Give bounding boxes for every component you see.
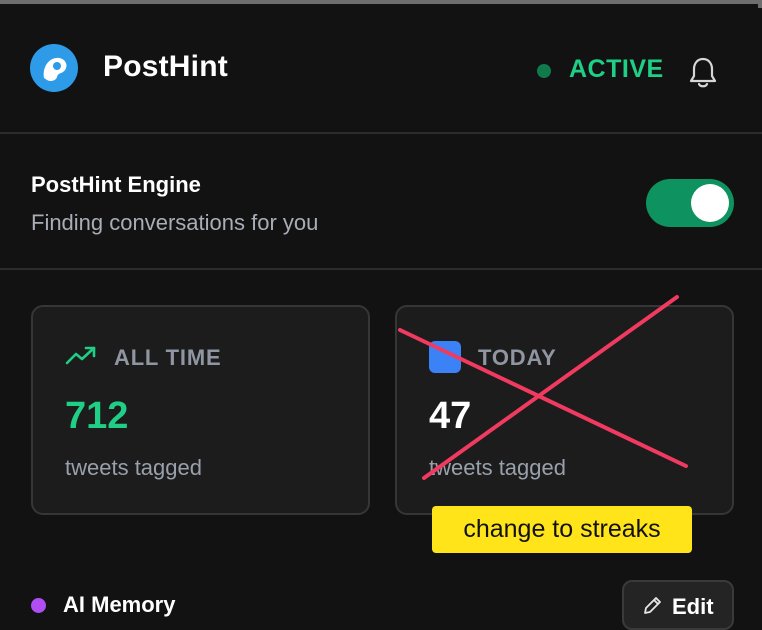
annotation-note: change to streaks xyxy=(432,506,692,553)
all-time-caption: tweets tagged xyxy=(65,455,202,480)
edit-memory-button[interactable]: Edit xyxy=(622,580,734,630)
toggle-knob xyxy=(691,184,729,222)
app-header: PostHint ACTIVE xyxy=(0,4,762,134)
today-value: 47 xyxy=(429,395,472,437)
posthint-logo-icon xyxy=(30,44,78,92)
app-title: PostHint xyxy=(103,50,228,83)
all-time-value: 712 xyxy=(65,395,129,437)
trending-up-icon xyxy=(65,343,97,369)
engine-title: PostHint Engine xyxy=(31,172,201,197)
calendar-icon xyxy=(429,341,461,373)
status-indicator-dot xyxy=(537,64,551,78)
engine-subtitle: Finding conversations for you xyxy=(31,210,319,235)
today-stat-card: TODAY 47 tweets tagged xyxy=(395,305,734,515)
all-time-label: ALL TIME xyxy=(114,345,222,370)
edit-button-label: Edit xyxy=(672,594,714,619)
all-time-stat-card: ALL TIME 712 tweets tagged xyxy=(31,305,370,515)
today-caption: tweets tagged xyxy=(429,455,566,480)
engine-panel: PostHint Engine Finding conversations fo… xyxy=(0,134,762,270)
today-label: TODAY xyxy=(478,345,557,370)
bell-icon[interactable] xyxy=(688,56,718,90)
status-label: ACTIVE xyxy=(569,55,664,83)
memory-indicator-dot xyxy=(31,598,46,613)
engine-toggle[interactable] xyxy=(646,179,734,227)
memory-label: AI Memory xyxy=(63,592,176,617)
